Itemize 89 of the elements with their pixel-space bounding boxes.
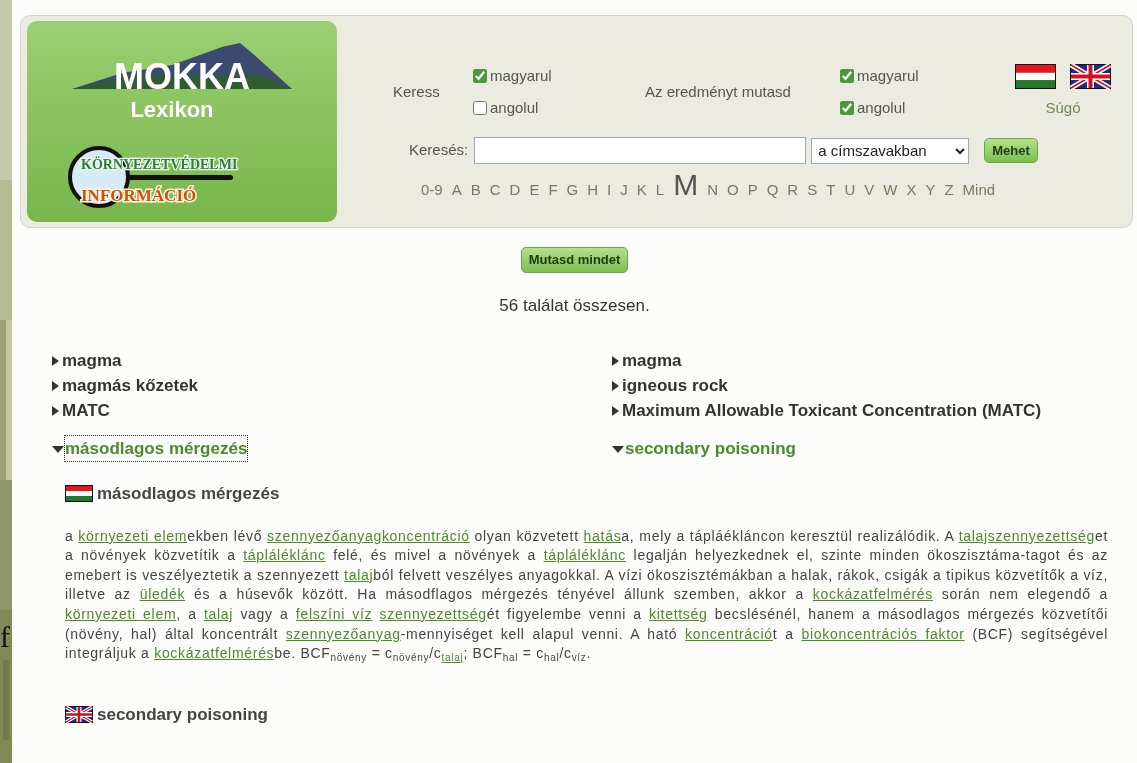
- letter-link[interactable]: N: [707, 179, 718, 202]
- letter-link[interactable]: Q: [766, 179, 779, 202]
- expanded-arrow-icon[interactable]: [612, 446, 624, 454]
- logo[interactable]: MOKKA Lexikon: [62, 33, 302, 133]
- help-link[interactable]: Súgó: [1045, 97, 1081, 120]
- checkbox-label[interactable]: magyarul: [857, 65, 919, 88]
- result-link[interactable]: MATC: [62, 398, 110, 424]
- hungary-flag-icon: [65, 485, 93, 503]
- letter-link[interactable]: X: [906, 179, 917, 202]
- term-link[interactable]: felszíni víz: [295, 605, 373, 622]
- definition-paragraph: a környezeti elemekben lévő szennyezőanyagkoncentráció olyan közvetett hatása, mely a tápláékláncon keresztül realizálódik. A talajszennyezettséget a növények közvetítik a tápláléklánc felé, és mivel a növények a tápláléklánc legalján helyezkednek el, szinte minden ökoszisztáma-tagot és az emebert is veszélyeztetik a szennyezett talajból felvett veszélyes anyagokkal. A vízi ökoszisztémákban a halak, rákok, csigák a tipikus közvetítők a víz, illetve az üledék és a húsevők között. Ha másodflagos mérgezés tényével állunk szemben, akkor a kockázatfelmérés során nem elegendő a környezeti elem, a talaj vagy a felszíni víz szennyezettségét figyelembe venni a kitettség becslésénél, hanem a másodlagos mérgezés közvetítői (növény, hal) által koncentrált szennyezőanyag-mennyiséget kell alapul venni. A ható koncentrációt a biokoncentrációs faktor (BCF) segítségével integráljuk a kockázatfelmérésbe. BCF$_{növény}$ = c$_{növény}$/c$_{talaj}$; BCF$_{hal}$ = c$_{hal}$/c$_{víz}$.: [65, 526, 1108, 664]
- checkbox[interactable]: [840, 100, 854, 115]
- term-link[interactable]: üledék: [139, 586, 186, 603]
- search-language-label: Keress: [393, 81, 441, 102]
- letter-link[interactable]: O: [727, 179, 739, 202]
- letter-link[interactable]: C: [489, 179, 501, 202]
- collapsed-arrow-icon[interactable]: [52, 406, 59, 417]
- letter-link[interactable]: M: [673, 170, 699, 200]
- letter-link[interactable]: 0-9: [421, 179, 443, 202]
- checkbox-label[interactable]: magyarul: [490, 65, 552, 88]
- uk-flag-icon[interactable]: [1070, 64, 1111, 90]
- background-letter: f: [0, 622, 10, 652]
- collapsed-arrow-icon[interactable]: [612, 406, 619, 417]
- term-link[interactable]: talaj: [344, 566, 374, 583]
- entry-title: secondary poisoning: [97, 703, 268, 726]
- checkbox-label[interactable]: angolul: [857, 96, 906, 119]
- uk-flag-icon: [65, 706, 93, 723]
- term-link[interactable]: szennyezőanyagkoncentráció: [267, 527, 470, 544]
- letter-link[interactable]: R: [787, 179, 799, 202]
- result-link[interactable]: secondary poisoning: [625, 436, 796, 462]
- letter-link[interactable]: H: [587, 179, 599, 202]
- letter-link[interactable]: Y: [925, 179, 936, 202]
- term-link[interactable]: talajszennyezettség: [958, 527, 1095, 544]
- letter-link[interactable]: D: [509, 179, 521, 202]
- letter-link[interactable]: U: [844, 179, 856, 202]
- term-link[interactable]: koncentráció: [685, 625, 773, 642]
- letter-link[interactable]: J: [620, 179, 628, 202]
- checkbox-label[interactable]: angolul: [490, 96, 539, 119]
- result-count: 56 találat összesen.: [499, 295, 650, 315]
- term-link[interactable]: hatás: [583, 527, 622, 544]
- result-link[interactable]: Maximum Allowable Toxicant Concentration (MATC): [622, 398, 1042, 424]
- result-link[interactable]: másodlagos mérgezés: [65, 436, 248, 462]
- collapsed-arrow-icon[interactable]: [612, 356, 619, 367]
- letter-link[interactable]: W: [883, 179, 898, 202]
- search-scope-select[interactable]: a címszavakban: [811, 137, 970, 164]
- collapsed-arrow-icon[interactable]: [52, 381, 59, 392]
- letter-link[interactable]: L: [655, 179, 665, 202]
- collapsed-arrow-icon[interactable]: [612, 381, 619, 392]
- term-link[interactable]: szennyezettség: [379, 605, 487, 622]
- checkbox[interactable]: [473, 69, 487, 84]
- letter-link[interactable]: A: [451, 179, 462, 202]
- search-field[interactable]: [474, 137, 807, 164]
- term-link[interactable]: tápláléklánc: [543, 547, 626, 564]
- term-link[interactable]: környezeti elem: [65, 605, 177, 622]
- letter-link[interactable]: P: [747, 179, 758, 202]
- letter-link[interactable]: S: [807, 179, 818, 202]
- expanded-arrow-icon[interactable]: [52, 446, 64, 454]
- term-link[interactable]: kockázatfelmérés: [154, 645, 275, 662]
- entry-title: másodlagos mérgezés: [97, 483, 280, 506]
- letter-link[interactable]: Z: [944, 179, 954, 202]
- term-link[interactable]: talaj: [441, 651, 464, 663]
- letter-link[interactable]: F: [548, 179, 558, 202]
- term-link[interactable]: környezeti elem: [78, 527, 188, 544]
- term-link[interactable]: kitettség: [649, 605, 708, 622]
- letter-link[interactable]: V: [864, 179, 875, 202]
- result-link[interactable]: igneous rock: [622, 373, 728, 399]
- term-link[interactable]: szennyezőanyag: [285, 625, 401, 642]
- term-link[interactable]: biokoncentrációs faktor: [801, 625, 965, 642]
- letter-link[interactable]: K: [636, 179, 647, 202]
- result-link[interactable]: magmás kőzetek: [62, 373, 199, 399]
- result-link[interactable]: magma: [62, 348, 122, 374]
- letter-link[interactable]: Mind: [962, 179, 996, 202]
- letter-link[interactable]: B: [470, 179, 481, 202]
- term-link[interactable]: talaj: [203, 605, 234, 622]
- term-link[interactable]: kockázatfelmérés: [812, 586, 933, 603]
- display-language-label: Az eredményt mutasd: [645, 81, 792, 102]
- checkbox[interactable]: [473, 100, 487, 115]
- letter-link[interactable]: E: [529, 179, 540, 202]
- result-link[interactable]: magma: [622, 348, 682, 374]
- search-label: Keresés:: [409, 140, 469, 161]
- show-all-button[interactable]: Mutasd mindet: [520, 247, 629, 273]
- letter-link[interactable]: I: [607, 179, 612, 202]
- collapsed-arrow-icon[interactable]: [52, 356, 59, 367]
- term-link[interactable]: tápláléklánc: [243, 547, 326, 564]
- letter-link[interactable]: G: [566, 179, 579, 202]
- checkbox[interactable]: [840, 69, 854, 84]
- letter-link[interactable]: T: [826, 179, 836, 202]
- hungary-flag-icon[interactable]: [1015, 64, 1056, 90]
- go-button[interactable]: Mehet: [984, 137, 1038, 164]
